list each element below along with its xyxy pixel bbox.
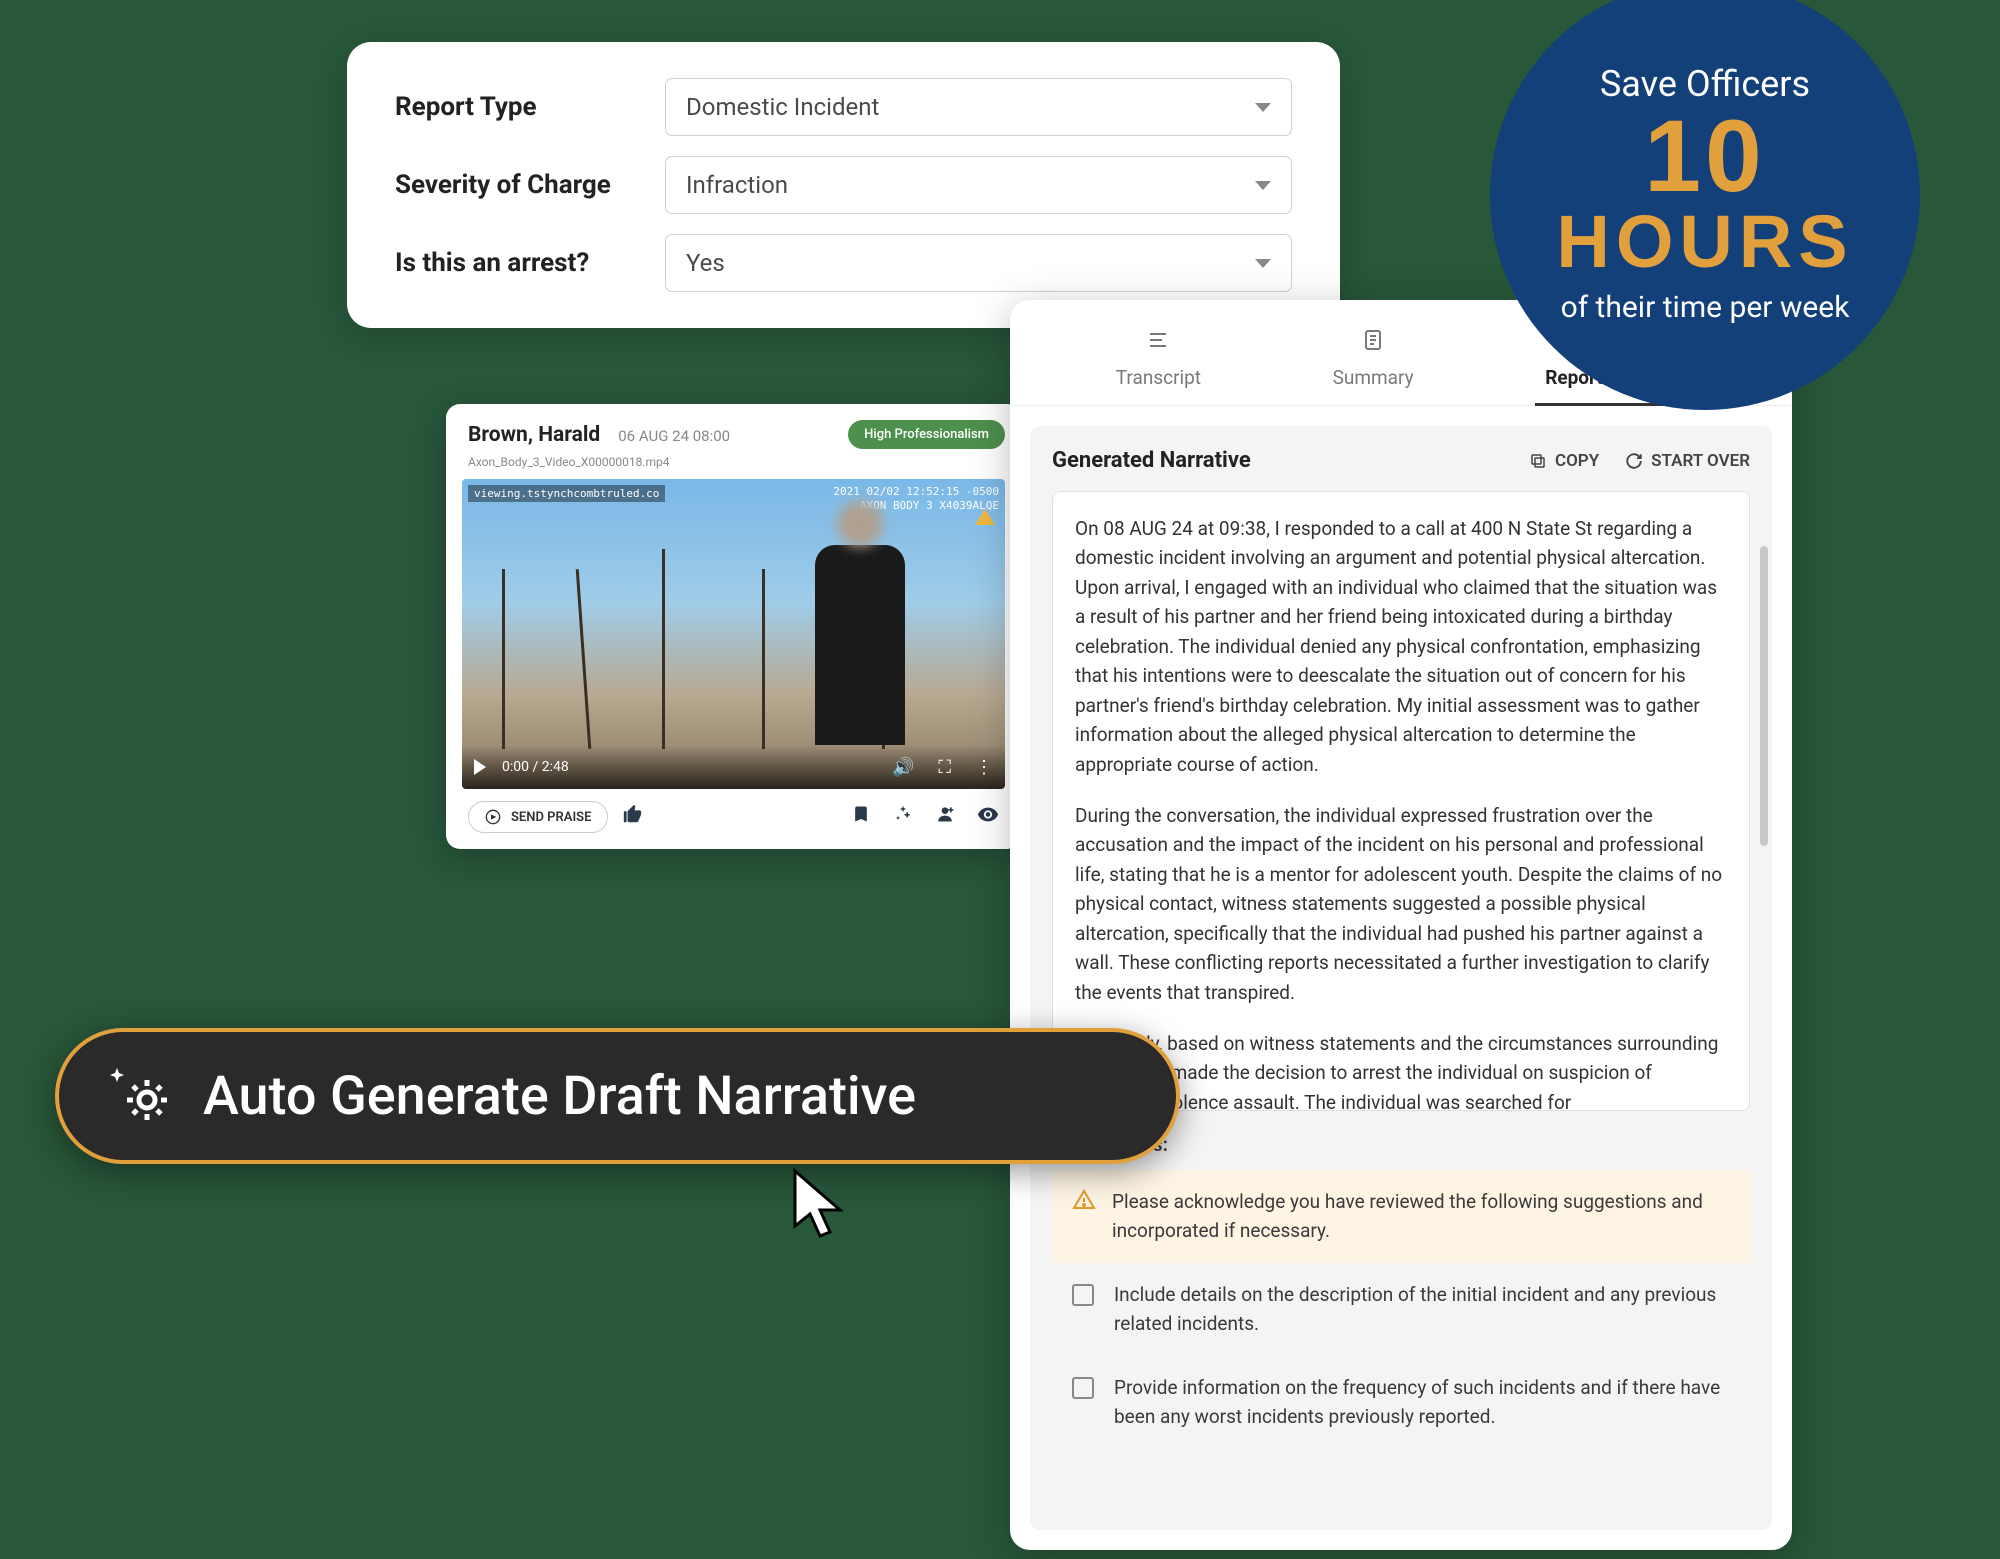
bookmark-icon[interactable] — [851, 804, 871, 830]
video-overlay-left: viewing.tstynchcombtruled.co — [468, 485, 665, 502]
warning-triangle-icon — [975, 509, 995, 525]
video-filename: Axon_Body_3_Video_X00000018.mp4 — [462, 455, 1005, 469]
suggestion-item: Include details on the description of th… — [1052, 1263, 1750, 1356]
form-row-arrest: Is this an arrest? Yes — [395, 234, 1292, 292]
gear-sparkle-icon — [107, 1062, 175, 1130]
form-row-severity: Severity of Charge Infraction — [395, 156, 1292, 214]
kebab-menu-icon[interactable]: ⋮ — [975, 757, 993, 778]
warning-icon — [1072, 1188, 1096, 1222]
chevron-down-icon — [1255, 181, 1271, 190]
send-icon — [485, 809, 501, 825]
tab-transcript[interactable]: Transcript — [1116, 328, 1201, 405]
chevron-down-icon — [1255, 103, 1271, 112]
tab-summary[interactable]: Summary — [1333, 328, 1414, 405]
scrollbar-thumb[interactable] — [1760, 546, 1768, 846]
select-arrest[interactable]: Yes — [665, 234, 1292, 292]
narrative-panel: Transcript Summary Report Narrative Gene… — [1010, 300, 1792, 1550]
add-person-icon[interactable] — [935, 804, 955, 830]
suggestion-checkbox[interactable] — [1072, 1377, 1094, 1399]
video-controls: 0:00 / 2:48 🔊 ⛶ ⋮ — [462, 745, 1005, 789]
narrative-actions: COPY START OVER — [1529, 451, 1750, 471]
select-severity[interactable]: Infraction — [665, 156, 1292, 214]
narrative-title: Generated Narrative — [1052, 448, 1251, 473]
narrative-body: Generated Narrative COPY START OVER On 0… — [1030, 426, 1772, 1530]
label-severity: Severity of Charge — [395, 170, 665, 200]
professionalism-badge: High Professionalism — [848, 420, 1005, 449]
auto-generate-label: Auto Generate Draft Narrative — [203, 1065, 916, 1128]
video-title-group: Brown, Harald 06 AUG 24 08:00 — [462, 423, 730, 447]
thumbs-up-icon[interactable] — [622, 803, 644, 831]
fullscreen-icon[interactable]: ⛶ — [938, 757, 951, 778]
badge-number: 10 — [1644, 111, 1765, 203]
video-person-name: Brown, Harald — [468, 423, 600, 447]
chevron-down-icon — [1255, 259, 1271, 268]
label-report-type: Report Type — [395, 92, 665, 122]
select-value: Yes — [686, 249, 725, 277]
suggestion-checkbox[interactable] — [1072, 1284, 1094, 1306]
volume-icon[interactable]: 🔊 — [892, 757, 914, 778]
video-time: 0:00 / 2:48 — [502, 759, 569, 775]
video-header: Brown, Harald 06 AUG 24 08:00 High Profe… — [462, 420, 1005, 449]
promo-badge: Save Officers 10 HOURS of their time per… — [1490, 0, 1920, 410]
eye-icon[interactable] — [977, 803, 999, 831]
suggestion-item: Provide information on the frequency of … — [1052, 1356, 1750, 1449]
summary-icon — [1361, 328, 1385, 358]
play-icon[interactable] — [474, 759, 486, 775]
select-report-type[interactable]: Domestic Incident — [665, 78, 1292, 136]
video-date: 06 AUG 24 08:00 — [618, 427, 730, 445]
label-arrest: Is this an arrest? — [395, 248, 665, 278]
start-over-button[interactable]: START OVER — [1625, 451, 1750, 471]
narrative-header: Generated Narrative COPY START OVER — [1052, 448, 1750, 473]
video-card: Brown, Harald 06 AUG 24 08:00 High Profe… — [446, 404, 1021, 849]
refresh-icon — [1625, 452, 1643, 470]
transcript-icon — [1146, 328, 1170, 358]
cursor-icon — [790, 1166, 850, 1250]
narrative-text[interactable]: On 08 AUG 24 at 09:38, I responded to a … — [1052, 491, 1750, 1111]
form-row-report-type: Report Type Domestic Incident — [395, 78, 1292, 136]
acknowledge-box: Please acknowledge you have reviewed the… — [1052, 1170, 1750, 1263]
select-value: Domestic Incident — [686, 93, 879, 121]
copy-button[interactable]: COPY — [1529, 451, 1599, 471]
video-player[interactable]: viewing.tstynchcombtruled.co 2021 02/02 … — [462, 479, 1005, 789]
send-praise-button[interactable]: SEND PRAISE — [468, 801, 608, 833]
person-silhouette — [815, 545, 905, 745]
badge-hours: HOURS — [1556, 209, 1853, 276]
select-value: Infraction — [686, 171, 788, 199]
copy-icon — [1529, 452, 1547, 470]
report-form-card: Report Type Domestic Incident Severity o… — [347, 42, 1340, 328]
badge-line2: of their time per week — [1561, 288, 1850, 327]
auto-generate-button[interactable]: Auto Generate Draft Narrative — [55, 1028, 1180, 1164]
video-actions: SEND PRAISE — [462, 789, 1005, 837]
sparkle-plus-icon[interactable] — [893, 804, 913, 830]
